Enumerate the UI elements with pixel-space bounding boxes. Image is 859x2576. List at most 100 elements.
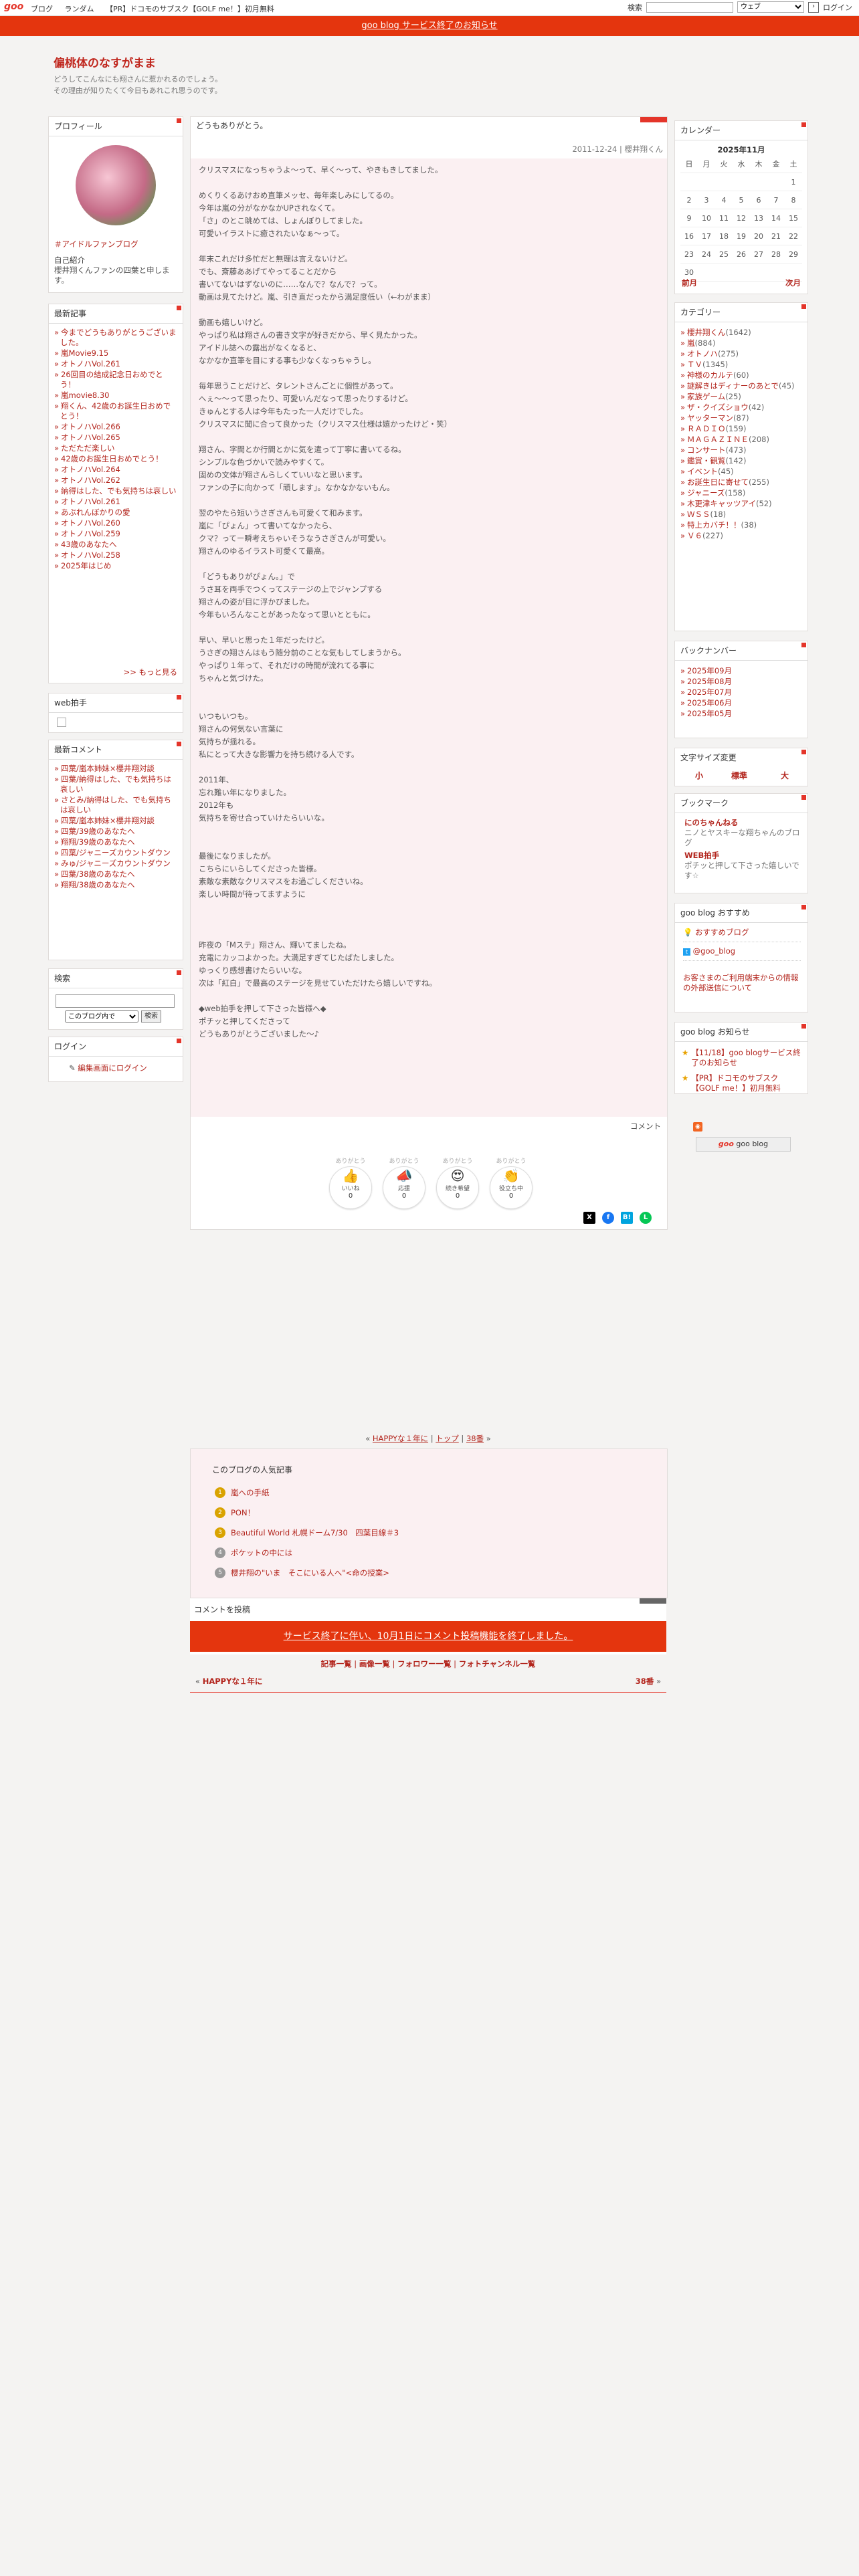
next-post-link[interactable]: 38番 bbox=[466, 1434, 484, 1443]
twitter-link[interactable]: t @goo_blog bbox=[683, 942, 801, 961]
calendar-day[interactable]: 19 bbox=[733, 227, 750, 245]
recent-post-link[interactable]: 嵐movie8.30 bbox=[54, 391, 177, 401]
recent-comment-link[interactable]: みゅ/ジャニーズカウントダウン bbox=[54, 859, 177, 869]
nav-blog[interactable]: ブログ bbox=[31, 5, 53, 13]
popular-link[interactable]: PON！ bbox=[231, 1507, 255, 1518]
recent-comment-link[interactable]: 翔翔/38歳のあなたへ bbox=[54, 880, 177, 890]
recent-comment-link[interactable]: 四葉/納得はした、でも気持ちは哀しい bbox=[54, 774, 177, 794]
recent-post-link[interactable]: オトノハVol.261 bbox=[54, 359, 177, 369]
calendar-day[interactable]: 3 bbox=[698, 191, 715, 209]
category-item[interactable]: イベント(45) bbox=[680, 467, 802, 477]
calendar-day[interactable]: 18 bbox=[715, 227, 733, 245]
calendar-day[interactable]: 13 bbox=[750, 209, 767, 227]
category-item[interactable]: ヤッターマン(87) bbox=[680, 413, 802, 423]
post-title[interactable]: どうもありがとう。 bbox=[196, 120, 268, 131]
calendar-day[interactable]: 12 bbox=[733, 209, 750, 227]
reaction-button[interactable]: ありがとう 👏 役立ち中 0 bbox=[490, 1158, 533, 1209]
recent-post-link[interactable]: オトノハVol.266 bbox=[54, 422, 177, 432]
calendar-day[interactable]: 26 bbox=[733, 245, 750, 263]
recent-post-link[interactable]: 43歳のあなたへ bbox=[54, 540, 177, 550]
blog-search-scope[interactable]: このブログ内で bbox=[65, 1010, 138, 1023]
edit-login-link[interactable]: ✎ 編集画面にログイン bbox=[69, 1063, 147, 1073]
comment-link[interactable]: コメント bbox=[630, 1121, 661, 1132]
calendar-day[interactable]: 10 bbox=[698, 209, 715, 227]
category-item[interactable]: ＷＳＳ(18) bbox=[680, 510, 802, 520]
recent-post-link[interactable]: 42歳のお誕生日おめでとう！ bbox=[54, 454, 177, 464]
backnumber-link[interactable]: 2025年06月 bbox=[680, 698, 802, 708]
category-item[interactable]: 嵐(884) bbox=[680, 338, 802, 348]
recent-post-link[interactable]: オトノハVol.259 bbox=[54, 529, 177, 539]
calendar-day[interactable]: 23 bbox=[680, 245, 698, 263]
popular-link[interactable]: ポケットの中には bbox=[231, 1547, 292, 1558]
fontsize-small[interactable]: 小 bbox=[695, 770, 703, 781]
blog-search-input[interactable] bbox=[56, 994, 175, 1008]
blog-title[interactable]: 偏桃体のなすがまま bbox=[54, 53, 156, 70]
category-item[interactable]: 木更津キャッツアイ(52) bbox=[680, 499, 802, 509]
prev-post-link[interactable]: HAPPYな１年に bbox=[373, 1434, 428, 1443]
more-posts-link[interactable]: >> もっと見る bbox=[124, 667, 177, 677]
recent-post-link[interactable]: 嵐Movie9.15 bbox=[54, 348, 177, 358]
nav-pr[interactable]: 【PR】ドコモのサブスク【GOLF me！】初月無料 bbox=[106, 5, 274, 13]
calendar-day[interactable]: 17 bbox=[698, 227, 715, 245]
recent-comment-link[interactable]: さとみ/納得はした、でも気持ちは哀しい bbox=[54, 795, 177, 815]
calendar-day[interactable]: 21 bbox=[767, 227, 785, 245]
calendar-day[interactable]: 14 bbox=[767, 209, 785, 227]
calendar-day[interactable]: 4 bbox=[715, 191, 733, 209]
calendar-day[interactable]: 28 bbox=[767, 245, 785, 263]
recent-comment-link[interactable]: 四葉/嵐本姉妹×櫻井翔対談 bbox=[54, 816, 177, 826]
calendar-day[interactable]: 29 bbox=[785, 245, 802, 263]
calendar-day[interactable]: 16 bbox=[680, 227, 698, 245]
calendar-prev-month[interactable]: 前月 bbox=[682, 278, 697, 288]
bookmark-link-1[interactable]: にのちゃんねる bbox=[684, 818, 802, 828]
line-share-icon[interactable]: L bbox=[640, 1212, 652, 1224]
recent-comment-link[interactable]: 翔翔/39歳のあなたへ bbox=[54, 837, 177, 847]
webclap-image[interactable] bbox=[57, 718, 66, 727]
rss-icon[interactable]: ◉ bbox=[693, 1122, 702, 1132]
footer-link[interactable]: 記事一覧 bbox=[321, 1659, 352, 1669]
recent-post-link[interactable]: オトノハVol.261 bbox=[54, 497, 177, 507]
category-item[interactable]: ＲＡＤＩＯ(159) bbox=[680, 424, 802, 434]
recommend-blog-link[interactable]: 💡 おすすめブログ bbox=[683, 928, 801, 942]
recent-post-link[interactable]: あぶれんぼかりの愛 bbox=[54, 508, 177, 518]
calendar-day[interactable]: 25 bbox=[715, 245, 733, 263]
goo-logo[interactable]: goo bbox=[4, 1, 23, 12]
calendar-day[interactable]: 15 bbox=[785, 209, 802, 227]
calendar-day[interactable]: 22 bbox=[785, 227, 802, 245]
recent-post-link[interactable]: 2025年はじめ bbox=[54, 561, 177, 571]
calendar-day[interactable]: 27 bbox=[750, 245, 767, 263]
category-item[interactable]: ＭＡＧＡＺＩＮＥ(208) bbox=[680, 435, 802, 445]
recent-post-link[interactable]: オトノハVol.258 bbox=[54, 550, 177, 560]
category-item[interactable]: ザ・クイズショウ(42) bbox=[680, 403, 802, 413]
backnumber-link[interactable]: 2025年07月 bbox=[680, 687, 802, 697]
comment-closed-notice[interactable]: サービス終了に伴い、10月1日にコメント投稿機能を終了しました。 bbox=[190, 1621, 666, 1652]
popular-item[interactable]: 5 櫻井翔の"いま そこにいる人へ"<命の授業> bbox=[215, 1563, 399, 1583]
recent-comment-link[interactable]: 四葉/ジャニーズカウントダウン bbox=[54, 848, 177, 858]
recent-post-link[interactable]: 今までどうもありがとうございました。 bbox=[54, 328, 177, 348]
popular-item[interactable]: 3 Beautiful World 札幌ドーム7/30 四葉目線＃3 bbox=[215, 1523, 399, 1543]
top-search-input[interactable] bbox=[646, 1, 733, 13]
data-notice-link[interactable]: お客さまのご利用端末からの情報の外部送信について bbox=[683, 961, 801, 993]
footer-link[interactable]: 画像一覧 bbox=[359, 1659, 390, 1669]
calendar-day[interactable]: 5 bbox=[733, 191, 750, 209]
recent-post-link[interactable]: オトノハVol.260 bbox=[54, 518, 177, 528]
backnumber-link[interactable]: 2025年09月 bbox=[680, 666, 802, 676]
search-scope-select[interactable]: ウェブ bbox=[737, 1, 804, 13]
recent-post-link[interactable]: オトノハVol.262 bbox=[54, 475, 177, 486]
popular-link[interactable]: 嵐への手紙 bbox=[231, 1487, 270, 1498]
top-link[interactable]: トップ bbox=[436, 1434, 459, 1443]
popular-item[interactable]: 4 ポケットの中には bbox=[215, 1543, 399, 1563]
popular-item[interactable]: 1 嵐への手紙 bbox=[215, 1483, 399, 1503]
recent-comment-link[interactable]: 四葉/39歳のあなたへ bbox=[54, 827, 177, 837]
recent-post-link[interactable]: 納得はした、でも気持ちは哀しい bbox=[54, 486, 177, 496]
bookmark-link-2[interactable]: WEB拍手 bbox=[684, 851, 802, 861]
goo-blog-badge[interactable]: goo goo blog bbox=[696, 1137, 791, 1152]
footer-next-link[interactable]: 38番 bbox=[636, 1677, 654, 1686]
category-item[interactable]: 謎解きはディナーのあとで(45) bbox=[680, 381, 802, 391]
calendar-day[interactable]: 24 bbox=[698, 245, 715, 263]
popular-link[interactable]: Beautiful World 札幌ドーム7/30 四葉目線＃3 bbox=[231, 1527, 399, 1538]
category-item[interactable]: ＴＶ(1345) bbox=[680, 360, 802, 370]
recent-comment-link[interactable]: 四葉/嵐本姉妹×櫻井翔対談 bbox=[54, 764, 177, 774]
recent-post-link[interactable]: 26回目の結成記念日おめでとう！ bbox=[54, 370, 177, 390]
reaction-button[interactable]: ありがとう 📣 応援 0 bbox=[383, 1158, 425, 1209]
category-item[interactable]: 神様のカルテ(60) bbox=[680, 370, 802, 381]
